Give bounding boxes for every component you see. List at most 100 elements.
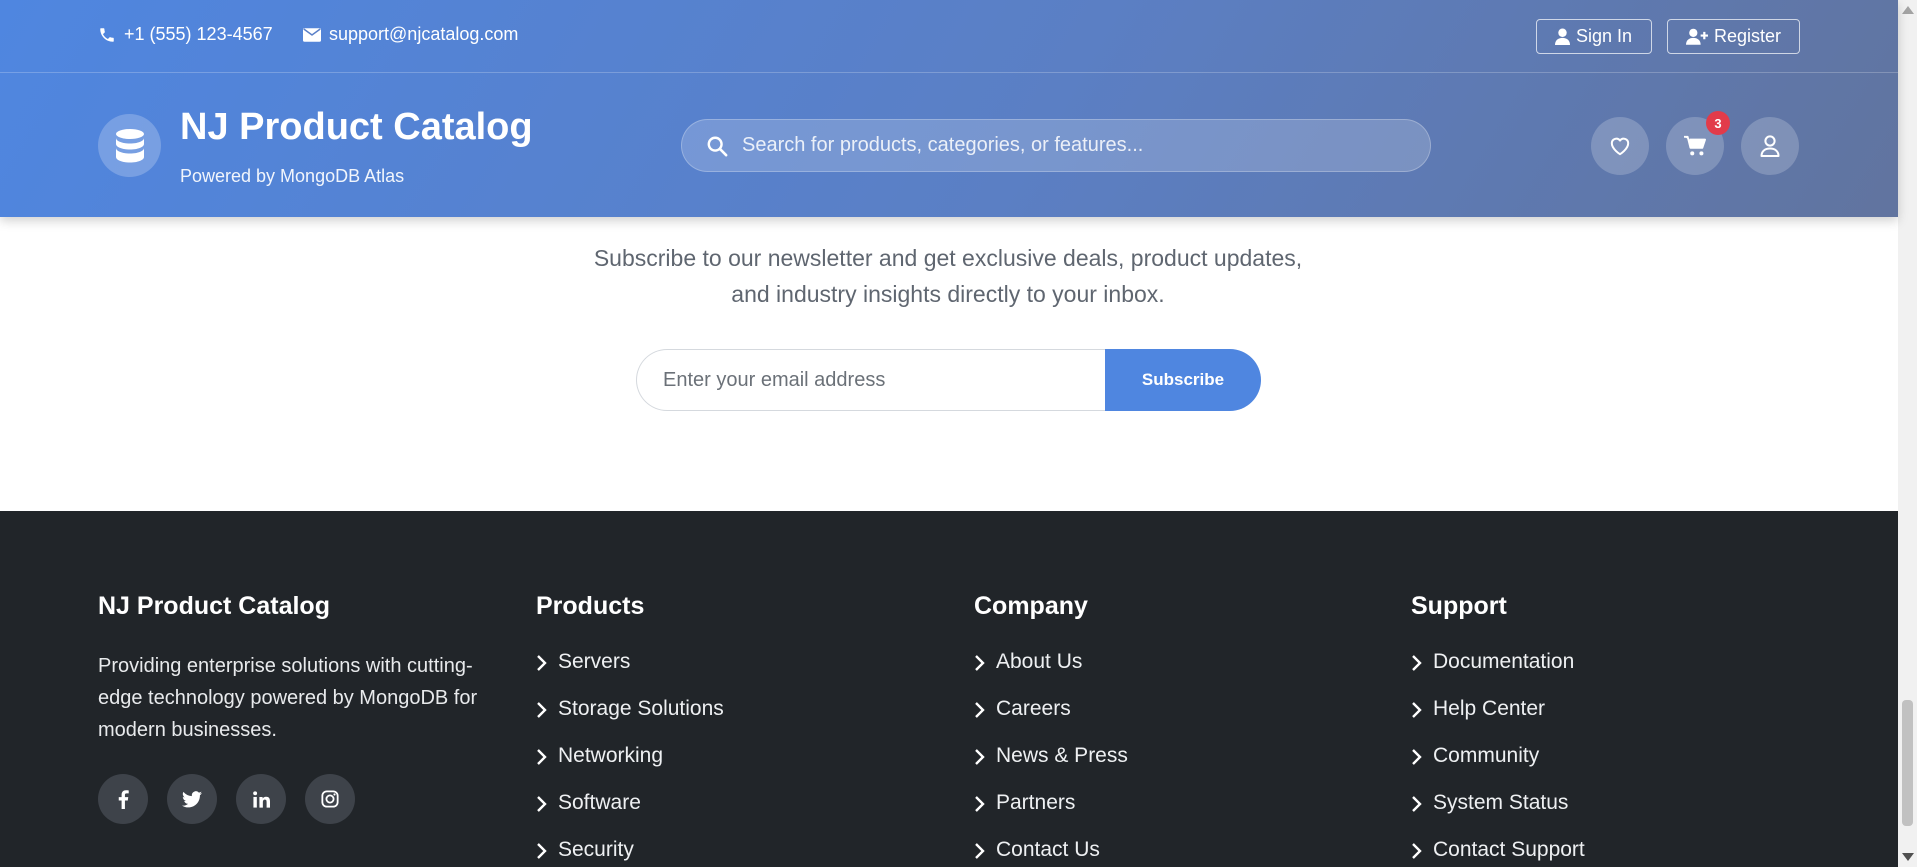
chevron-right-icon <box>975 655 985 671</box>
support-link[interactable]: System Status <box>1411 791 1585 838</box>
envelope-icon <box>303 27 321 42</box>
footer-support: Support Documentation Help Center Commun… <box>1411 590 1585 867</box>
email-address: support@njcatalog.com <box>329 24 519 44</box>
facebook-link[interactable] <box>98 774 148 824</box>
footer-about-text: Providing enterprise solutions with cutt… <box>98 655 478 741</box>
footer-support-title: Support <box>1411 592 1507 620</box>
products-link[interactable]: Servers <box>536 650 724 697</box>
heart-icon <box>1610 137 1630 156</box>
chevron-right-icon <box>537 702 547 718</box>
chevron-right-icon <box>537 749 547 765</box>
search-input[interactable] <box>742 134 1402 157</box>
chevron-right-icon <box>1412 702 1422 718</box>
wishlist-button[interactable] <box>1591 117 1649 175</box>
chevron-right-icon <box>537 655 547 671</box>
link-label: About Us <box>996 650 1083 673</box>
page-scrollbar[interactable] <box>1898 0 1917 867</box>
link-label: Help Center <box>1433 697 1546 720</box>
facebook-icon <box>118 789 129 809</box>
footer-about: NJ Product Catalog Providing enterprise … <box>98 590 478 824</box>
chevron-right-icon <box>537 843 547 859</box>
link-label: Storage Solutions <box>558 697 724 720</box>
link-label: Documentation <box>1433 650 1575 673</box>
footer-products: Products Servers Storage Solutions Netwo… <box>536 590 724 867</box>
support-link[interactable]: Documentation <box>1411 650 1585 697</box>
cart-icon <box>1684 135 1706 156</box>
linkedin-icon <box>252 790 270 808</box>
cart-count-badge: 3 <box>1706 111 1730 135</box>
link-label: Contact Support <box>1433 838 1585 861</box>
company-link[interactable]: News & Press <box>974 744 1128 791</box>
linkedin-link[interactable] <box>236 774 286 824</box>
chevron-right-icon <box>975 749 985 765</box>
link-label: Careers <box>996 697 1071 720</box>
site-header: +1 (555) 123-4567 support@njcatalog.com … <box>0 0 1898 217</box>
footer-products-title: Products <box>536 592 645 620</box>
social-links <box>98 774 478 824</box>
products-link[interactable]: Software <box>536 791 724 838</box>
newsletter-description: Subscribe to our newsletter and get excl… <box>548 240 1348 312</box>
scroll-down-arrow-icon[interactable] <box>1902 853 1914 861</box>
user-icon <box>1555 28 1570 45</box>
newsletter-line-1: Subscribe to our newsletter and get excl… <box>593 245 1303 271</box>
link-label: Partners <box>996 791 1076 814</box>
logo[interactable] <box>98 114 161 177</box>
link-label: Networking <box>558 744 664 767</box>
support-links: Documentation Help Center Community Syst… <box>1411 650 1585 867</box>
footer-company-title: Company <box>974 592 1088 620</box>
company-link[interactable]: About Us <box>974 650 1128 697</box>
search-icon <box>707 136 728 156</box>
newsletter-form: Subscribe <box>636 349 1261 411</box>
support-link[interactable]: Contact Support <box>1411 838 1585 867</box>
chevron-right-icon <box>1412 843 1422 859</box>
company-link[interactable]: Careers <box>974 697 1128 744</box>
company-link[interactable]: Contact Us <box>974 838 1128 867</box>
link-label: System Status <box>1433 791 1569 814</box>
products-link[interactable]: Networking <box>536 744 724 791</box>
phone-number: +1 (555) 123-4567 <box>124 24 273 44</box>
account-button[interactable] <box>1741 117 1799 175</box>
site-footer: NJ Product Catalog Providing enterprise … <box>0 511 1898 867</box>
products-link[interactable]: Storage Solutions <box>536 697 724 744</box>
scroll-thumb[interactable] <box>1902 700 1913 826</box>
footer-about-title: NJ Product Catalog <box>98 592 330 620</box>
user-plus-icon <box>1686 28 1708 45</box>
link-label: Community <box>1433 744 1540 767</box>
company-links: About Us Careers News & Press Partners C… <box>974 650 1128 867</box>
support-link[interactable]: Help Center <box>1411 697 1585 744</box>
instagram-icon <box>321 790 339 808</box>
chevron-right-icon <box>975 796 985 812</box>
support-link[interactable]: Community <box>1411 744 1585 791</box>
database-icon <box>115 128 144 162</box>
brand-subtitle: Powered by MongoDB Atlas <box>180 166 405 186</box>
link-label: News & Press <box>996 744 1128 767</box>
email-contact[interactable]: support@njcatalog.com <box>303 24 518 45</box>
user-icon <box>1760 135 1780 157</box>
register-button[interactable]: Register <box>1667 19 1800 54</box>
link-label: Software <box>558 791 641 814</box>
products-link[interactable]: Security <box>536 838 724 867</box>
twitter-icon <box>182 790 202 807</box>
twitter-link[interactable] <box>167 774 217 824</box>
brand-title[interactable]: NJ Product Catalog <box>180 104 533 150</box>
chevron-right-icon <box>537 796 547 812</box>
link-label: Servers <box>558 650 631 673</box>
company-link[interactable]: Partners <box>974 791 1128 838</box>
scroll-up-arrow-icon[interactable] <box>1902 6 1914 14</box>
footer-company: Company About Us Careers News & Press Pa… <box>974 590 1128 867</box>
chevron-right-icon <box>1412 796 1422 812</box>
products-links: Servers Storage Solutions Networking Sof… <box>536 650 724 867</box>
link-label: Contact Us <box>996 838 1100 861</box>
newsletter-line-2: and industry insights directly to your i… <box>731 281 1165 307</box>
sign-in-label: Sign In <box>1576 26 1633 46</box>
search-bar[interactable] <box>681 119 1431 172</box>
top-bar: +1 (555) 123-4567 support@njcatalog.com … <box>0 0 1898 73</box>
subscribe-button[interactable]: Subscribe <box>1105 349 1261 411</box>
newsletter-email-input[interactable] <box>636 349 1116 411</box>
link-label: Security <box>558 838 634 861</box>
chevron-right-icon <box>975 843 985 859</box>
register-label: Register <box>1713 26 1781 46</box>
phone-contact[interactable]: +1 (555) 123-4567 <box>98 24 273 45</box>
instagram-link[interactable] <box>305 774 355 824</box>
sign-in-button[interactable]: Sign In <box>1536 19 1652 54</box>
